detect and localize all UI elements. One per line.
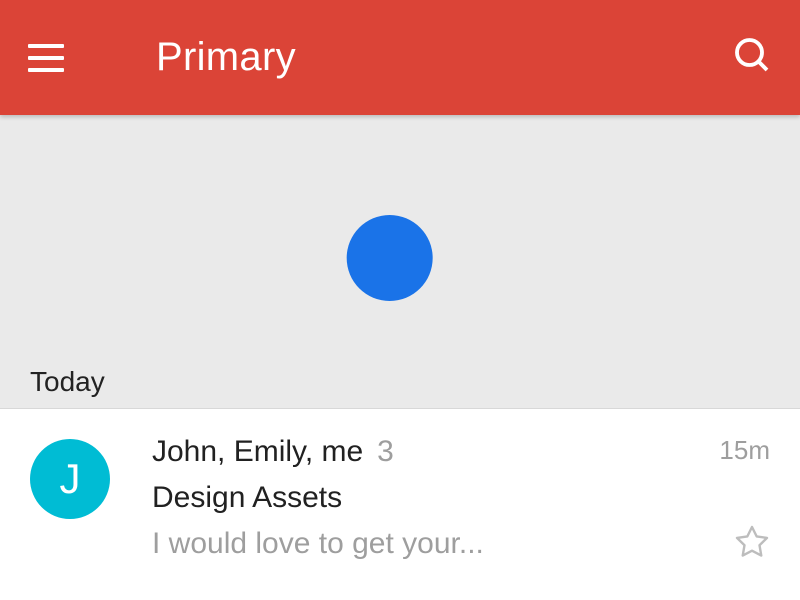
sender-avatar[interactable]: J <box>30 439 110 519</box>
thread-count: 3 <box>377 435 394 469</box>
email-meta: 15m <box>719 435 770 565</box>
hamburger-menu-icon[interactable] <box>28 44 64 72</box>
email-content: John, Emily, me 3 Design Assets I would … <box>152 435 699 565</box>
email-subject: Design Assets <box>152 481 699 515</box>
star-icon[interactable] <box>734 524 770 565</box>
email-time: 15m <box>719 435 770 466</box>
page-title: Primary <box>156 35 296 80</box>
email-snippet: I would love to get your... <box>152 527 699 561</box>
app-toolbar: Primary <box>0 0 800 115</box>
search-icon[interactable] <box>732 35 772 80</box>
loading-spinner-icon <box>347 215 433 301</box>
sender-names: John, Emily, me <box>152 435 363 469</box>
pull-to-refresh-area: Today <box>0 115 800 408</box>
email-list-item[interactable]: J John, Emily, me 3 Design Assets I woul… <box>0 409 800 585</box>
section-header-today: Today <box>30 366 105 398</box>
sender-line: John, Emily, me 3 <box>152 435 699 469</box>
